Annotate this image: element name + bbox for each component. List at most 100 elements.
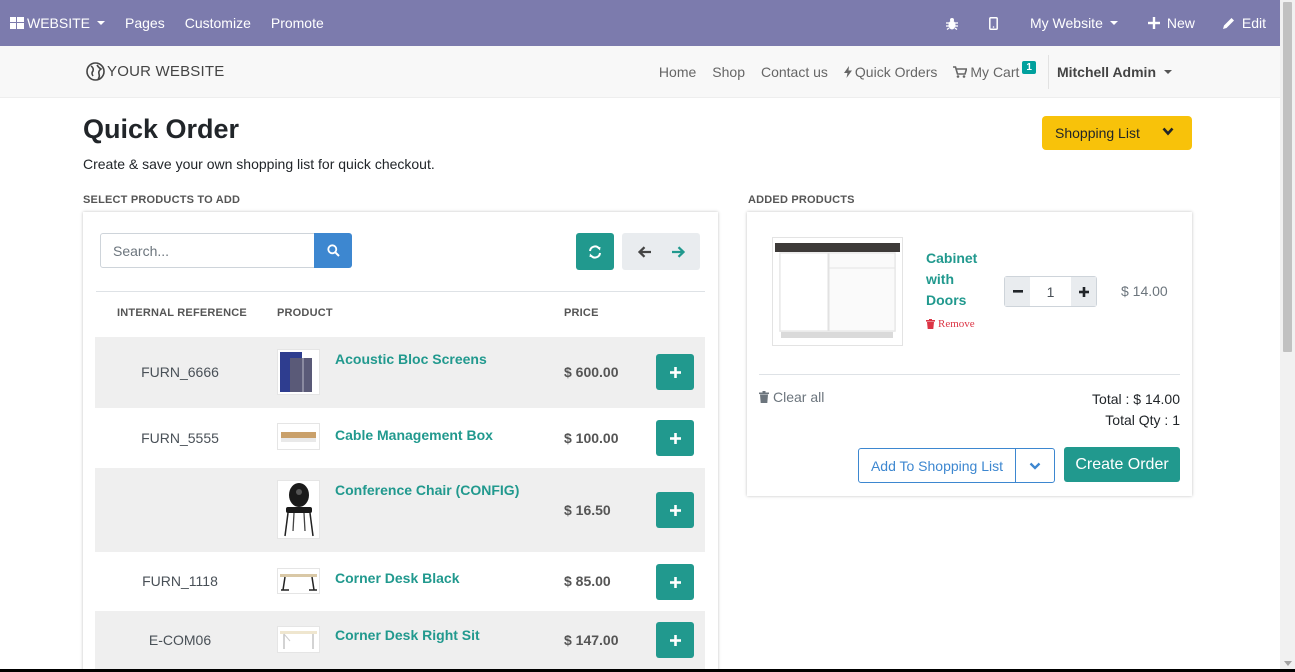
table-row: FURN_1118 Corner Desk Black $ 85.00 (95, 552, 705, 611)
scrollbar-thumb[interactable] (1283, 2, 1292, 352)
customize-menu[interactable]: Customize (175, 0, 261, 46)
create-order-button[interactable]: Create Order (1064, 447, 1180, 482)
added-products-label: ADDED PRODUCTS (748, 194, 855, 206)
divider (96, 291, 705, 292)
total-quantity: Total Qty : 1 (1105, 412, 1180, 428)
globe-icon (86, 62, 105, 81)
debug-button[interactable] (931, 0, 973, 46)
internal-reference: E-COM06 (148, 632, 212, 648)
clear-all-link[interactable]: Clear all (759, 389, 824, 405)
search-icon (326, 244, 340, 257)
plus-icon (1078, 286, 1089, 297)
pencil-icon (1222, 18, 1234, 29)
product-price: $ 600.00 (564, 364, 619, 380)
refresh-button[interactable] (576, 233, 614, 270)
nav-my-cart[interactable]: My Cart 1 (945, 60, 1044, 80)
nav-home[interactable]: Home (651, 64, 704, 80)
my-website-label: My Website (1029, 15, 1103, 31)
pages-menu[interactable]: Pages (115, 0, 175, 46)
cart-product-image (772, 237, 903, 346)
total-amount: Total : $ 14.00 (1092, 391, 1180, 407)
product-image (277, 349, 320, 395)
product-image (277, 626, 320, 653)
edit-button[interactable]: Edit (1209, 0, 1280, 46)
chevron-down-icon (1162, 127, 1174, 136)
page-subtitle: Create & save your own shopping list for… (83, 156, 435, 172)
minus-icon (1012, 290, 1023, 293)
increase-quantity-button[interactable] (1071, 277, 1096, 306)
plus-icon (669, 432, 681, 444)
column-header-product: PRODUCT (277, 307, 333, 319)
add-to-shopping-list-button[interactable]: Add To Shopping List (859, 449, 1016, 482)
chevron-down-icon (1109, 21, 1118, 25)
plus-icon (669, 634, 681, 646)
search-input[interactable]: Search... (100, 233, 315, 268)
table-row: E-COM06 Corner Desk Right Sit $ 147.00 (95, 611, 705, 672)
shopping-list-dropdown[interactable]: Shopping List (1042, 116, 1192, 150)
scroll-down-arrow-icon[interactable] (1284, 661, 1292, 666)
search-button[interactable] (314, 233, 352, 268)
product-image (277, 568, 320, 594)
new-label: New (1166, 15, 1195, 31)
edit-label: Edit (1241, 15, 1266, 31)
admin-navbar: WEBSITE Pages Customize Promote My Websi… (0, 0, 1280, 46)
nav-shop[interactable]: Shop (704, 64, 753, 80)
page-scrollbar[interactable] (1280, 0, 1295, 672)
remove-item-link[interactable]: Remove (926, 318, 975, 330)
product-name-link[interactable]: Corner Desk Black (335, 570, 460, 586)
add-product-button[interactable] (656, 420, 694, 456)
chevron-down-icon (1029, 462, 1041, 470)
clear-all-label: Clear all (773, 389, 825, 405)
add-product-button[interactable] (656, 354, 694, 390)
promote-menu[interactable]: Promote (261, 0, 334, 46)
column-header-internal-reference: INTERNAL REFERENCE (117, 307, 247, 319)
product-name-link[interactable]: Cable Management Box (335, 427, 493, 443)
plus-icon (669, 504, 681, 516)
add-product-button[interactable] (656, 564, 694, 600)
bolt-icon (843, 66, 852, 78)
quantity-input[interactable]: 1 (1030, 277, 1071, 306)
site-header: YOUR WEBSITE Home Shop Contact us Quick … (0, 46, 1280, 98)
product-name-link[interactable]: Corner Desk Right Sit (335, 627, 480, 643)
decrease-quantity-button[interactable] (1005, 277, 1030, 306)
plus-icon (1147, 17, 1160, 29)
select-products-label: SELECT PRODUCTS TO ADD (83, 194, 241, 206)
arrow-left-icon[interactable] (637, 245, 652, 258)
nav-quick-orders[interactable]: Quick Orders (836, 64, 945, 80)
product-price: $ 85.00 (564, 573, 611, 589)
pager (622, 233, 700, 270)
shopping-list-toggle-button[interactable] (1016, 449, 1054, 482)
table-row: Conference Chair (CONFIG) $ 16.50 (95, 468, 705, 552)
website-menu-label: WEBSITE (27, 15, 91, 31)
product-name-link[interactable]: Acoustic Bloc Screens (335, 351, 487, 367)
website-menu[interactable]: WEBSITE (0, 0, 115, 46)
add-product-button[interactable] (656, 622, 694, 658)
product-name-link[interactable]: Conference Chair (CONFIG) (335, 482, 519, 498)
add-product-button[interactable] (656, 492, 694, 528)
nav-my-cart-label: My Cart (970, 64, 1020, 80)
table-row: FURN_6666 Acoustic Bloc Screens $ 600.00 (95, 337, 705, 408)
refresh-icon (589, 244, 601, 259)
page-title: Quick Order (83, 114, 240, 144)
bug-icon (945, 17, 958, 30)
shopping-list-label: Shopping List (1055, 125, 1140, 141)
arrow-right-icon[interactable] (671, 245, 685, 258)
user-menu[interactable]: Mitchell Admin (1049, 64, 1184, 80)
nav-quick-orders-label: Quick Orders (854, 64, 938, 80)
cart-product-name-link[interactable]: Cabinet with Doors (926, 248, 986, 311)
my-website-menu[interactable]: My Website (1014, 0, 1134, 46)
table-row: FURN_5555 Cable Management Box $ 100.00 (95, 408, 705, 468)
cart-item-price: $ 14.00 (1121, 283, 1168, 299)
add-to-shopping-list-group: Add To Shopping List (858, 448, 1055, 483)
totals: Total : $ 14.00 Total Qty : 1 (1092, 389, 1180, 431)
column-header-price: PRICE (564, 307, 599, 319)
internal-reference: FURN_6666 (141, 364, 219, 380)
nav-contact-us[interactable]: Contact us (753, 64, 836, 80)
site-logo[interactable]: YOUR WEBSITE (86, 62, 224, 81)
product-price: $ 147.00 (564, 632, 619, 648)
trash-icon (759, 391, 769, 403)
plus-icon (669, 576, 681, 588)
plus-icon (669, 366, 681, 378)
mobile-preview-button[interactable] (973, 0, 1014, 46)
new-button[interactable]: New (1134, 0, 1209, 46)
